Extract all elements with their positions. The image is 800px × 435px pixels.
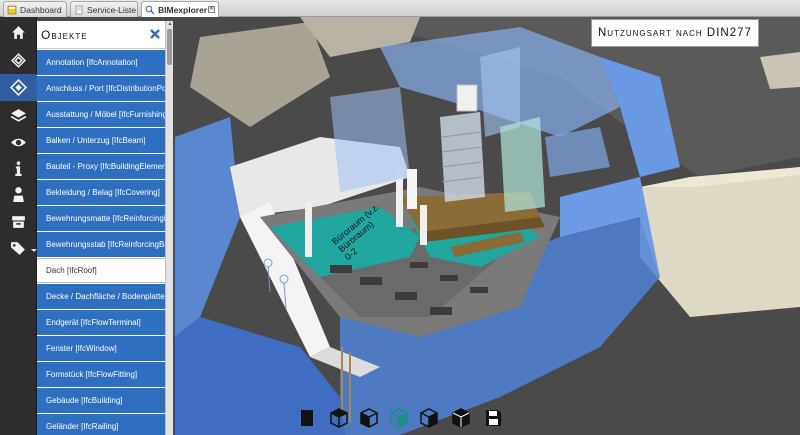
tab-label: Dashboard	[20, 4, 62, 15]
dashboard-icon	[7, 5, 17, 15]
tab-bar: Dashboard Service-Liste BIMexplorer ×	[0, 0, 800, 17]
archive-box-icon	[12, 216, 25, 228]
object-type-item[interactable]: Bekleidung / Belag [IfcCovering]	[37, 180, 165, 205]
model-outline-button[interactable]	[0, 47, 37, 74]
tab-dashboard[interactable]: Dashboard	[3, 1, 67, 17]
eye-icon	[11, 138, 26, 147]
home-icon	[12, 26, 25, 39]
object-type-item[interactable]: Bauteil - Proxy [IfcBuildingElementProxy…	[37, 154, 165, 179]
object-type-item[interactable]: Gebäude [IfcBuilding]	[37, 388, 165, 413]
info-button[interactable]	[0, 155, 37, 182]
objects-scrollbar[interactable]: ▲	[165, 21, 173, 435]
view-toolbar	[292, 406, 508, 430]
archive-button[interactable]	[0, 208, 37, 235]
cube-right-icon[interactable]	[418, 406, 440, 430]
tags-icon	[11, 242, 25, 255]
tab-bimexplorer[interactable]: BIMexplorer ×	[141, 1, 219, 17]
object-type-item[interactable]: Bewehrungsmatte [IfcReinforcingMesh]	[37, 206, 165, 231]
objects-list: Annotation [IfcAnnotation] Anschluss / Po…	[37, 50, 165, 435]
object-type-item[interactable]: Balken / Unterzug [IfcBeam]	[37, 128, 165, 153]
object-type-item[interactable]: Annotation [IfcAnnotation]	[37, 50, 165, 75]
info-icon	[15, 161, 22, 176]
cube-top-icon[interactable]	[450, 406, 472, 430]
object-type-item[interactable]: Dach [IfcRoof]	[37, 258, 165, 283]
left-toolbar	[0, 17, 37, 435]
bim-viewport[interactable]: Büroraum (v.z. Büroraum) 0-2 Objekte Ann…	[0, 17, 800, 435]
object-type-item[interactable]: Anschluss / Port [IfcDistributionPort]	[37, 76, 165, 101]
view-title: Nutzungsart nach DIN277	[598, 27, 752, 39]
person-icon	[13, 187, 24, 202]
cube-front-icon[interactable]	[328, 406, 350, 430]
tab-label: BIMexplorer	[158, 4, 208, 15]
panel-title: Objekte	[41, 27, 88, 42]
object-type-item[interactable]: Endgerät [IfcFlowTerminal]	[37, 310, 165, 335]
object-type-item[interactable]: Ausstattung / Möbel [IfcFurnishingElemen…	[37, 102, 165, 127]
layers-button[interactable]	[0, 102, 37, 129]
object-type-item[interactable]: Formstück [IfcFlowFitting]	[37, 362, 165, 387]
view-title-box: Nutzungsart nach DIN277	[591, 19, 759, 47]
object-type-item[interactable]: Bewehrungsstab [IfcReinforcingBar]	[37, 232, 165, 257]
objects-button[interactable]	[0, 74, 37, 101]
solid-box-icon[interactable]	[296, 406, 318, 430]
user-button[interactable]	[0, 181, 37, 208]
tab-label: Service-Liste	[87, 4, 137, 15]
object-type-item[interactable]: Geländer [IfcRailing]	[37, 414, 165, 435]
close-x-icon[interactable]	[149, 28, 161, 40]
tags-button[interactable]	[0, 235, 37, 262]
scroll-up-icon[interactable]: ▲	[166, 21, 174, 28]
object-type-item[interactable]: Decke / Dachfläche / Bodenplatte [IfcSla…	[37, 284, 165, 309]
save-disk-icon[interactable]	[482, 406, 504, 430]
document-icon	[74, 5, 84, 15]
layers-icon	[10, 109, 27, 122]
tab-service-liste[interactable]: Service-Liste	[70, 1, 138, 17]
panel-header: Objekte	[37, 21, 165, 49]
tab-close-icon[interactable]: ×	[208, 6, 215, 13]
diamond-cube-icon	[10, 79, 27, 96]
cube-teal-icon[interactable]	[388, 406, 410, 430]
visibility-button[interactable]	[0, 129, 37, 156]
objects-panel: Objekte Annotation [IfcAnnotation] Anschl…	[37, 21, 165, 435]
magnifier-icon	[145, 5, 155, 15]
scrollbar-thumb[interactable]	[167, 29, 172, 65]
cube-left-icon[interactable]	[358, 406, 380, 430]
object-type-item[interactable]: Fenster [IfcWindow]	[37, 336, 165, 361]
diamond-outline-icon	[11, 53, 26, 68]
home-button[interactable]	[0, 19, 37, 46]
